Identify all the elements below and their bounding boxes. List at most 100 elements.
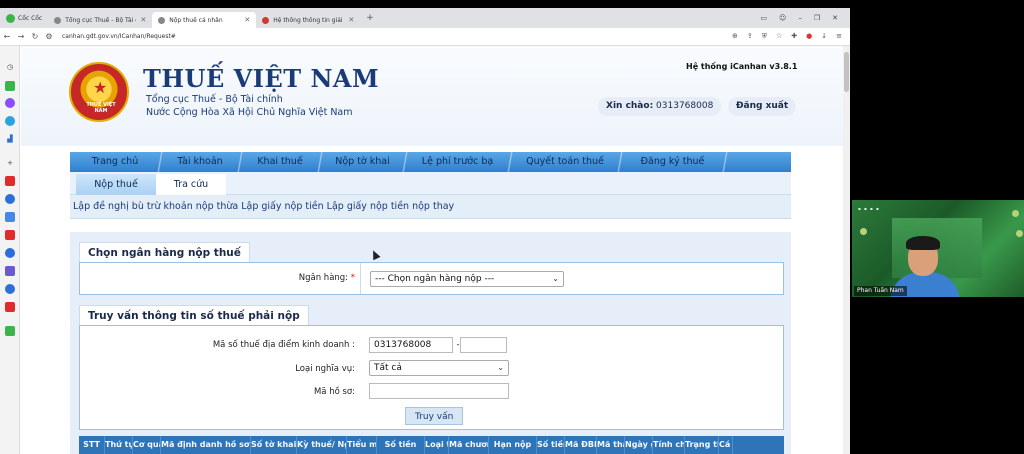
facebook-icon[interactable] [5, 248, 15, 258]
close-icon[interactable]: ✕ [244, 16, 250, 24]
sub-nav: Nộp thuế Tra cứu [70, 172, 791, 195]
close-window-icon[interactable]: ✕ [832, 14, 838, 22]
share-icon[interactable]: ⇪ [747, 32, 753, 41]
translate-icon[interactable] [5, 212, 15, 222]
youtube-icon[interactable] [5, 230, 15, 240]
tab-nop-thue-ca-nhan[interactable]: Nộp thuế cá nhân ✕ [152, 12, 257, 28]
obligation-select-value: Tất cả [374, 363, 402, 373]
table-header-cell: Tính chất [653, 436, 685, 454]
table-header-cell: Ngày gia [625, 436, 653, 454]
site-header: ★ THUẾ VIỆT NAM THUẾ VIỆT NAM Tổng cục T… [21, 46, 843, 146]
tab-search-icon[interactable]: ▭ [760, 14, 767, 22]
adblock-icon[interactable]: ● [806, 32, 812, 41]
profile-code-label: Mã hồ sơ: [313, 387, 355, 397]
bank-select-value: --- Chọn ngân hàng nộp --- [375, 274, 495, 284]
background-dot [860, 228, 867, 235]
tab-tra-cuu[interactable]: Tra cứu [156, 174, 226, 195]
bank-select[interactable]: --- Chọn ngân hàng nộp --- ⌄ [370, 271, 564, 287]
coccoc-logo-icon [6, 13, 15, 23]
coccoc-app-icon[interactable] [5, 326, 15, 336]
star-icon: ★ [93, 78, 108, 97]
history-icon[interactable]: ◷ [5, 62, 15, 72]
background-dot [1012, 210, 1019, 217]
bank-label-text: Ngân hàng: [298, 273, 349, 283]
telegram-icon[interactable] [5, 116, 15, 126]
tab-he-thong-thong-tin[interactable]: Hệ thống thông tin giải quyết thủ ✕ [256, 12, 360, 28]
tab-nop-thue[interactable]: Nộp thuế [76, 174, 156, 195]
table-header-cell: Loại tiền [425, 436, 449, 454]
browser-sidebar: ◷ ▟ + [0, 46, 20, 454]
action-links[interactable]: Lập đề nghị bù trừ khoản nộp thừa Lập gi… [70, 195, 791, 219]
stats-icon[interactable]: ▟ [5, 134, 15, 144]
facebook-icon[interactable] [5, 194, 15, 204]
nav-khai-thue[interactable]: Khai thuế [240, 152, 324, 172]
emblem-text: THUẾ VIỆT NAM [86, 102, 116, 114]
shield-icon[interactable]: ⛨ [762, 32, 767, 41]
facebook-icon[interactable] [5, 284, 15, 294]
tax-emblem-logo[interactable]: ★ THUẾ VIỆT NAM [69, 62, 129, 122]
table-header-cell: Số tiền [377, 436, 425, 454]
reload-icon[interactable]: ↻ [28, 32, 42, 41]
table-header-cell: Cơ quan [133, 436, 161, 454]
table-header-cell: Mã tham [597, 436, 625, 454]
tax-code-suffix-input[interactable] [460, 337, 507, 353]
site-icon [262, 16, 270, 24]
back-icon[interactable]: ← [0, 32, 14, 41]
table-header-cell: Số tờ khai/Số [251, 436, 297, 454]
person-hair [906, 236, 940, 250]
nav-tai-khoan[interactable]: Tài khoản [160, 152, 244, 172]
youtube-icon[interactable] [5, 176, 15, 186]
table-header-cell: Cá kh [719, 436, 733, 454]
required-mark: * [350, 273, 355, 283]
tab-tong-cuc-thue[interactable]: Tổng cục Thuế - Bộ Tài chính ✕ [48, 12, 152, 28]
close-icon[interactable]: ✕ [348, 16, 354, 24]
bank-section-title: Chọn ngân hàng nộp thuế [79, 242, 250, 262]
divider [360, 263, 361, 294]
logout-button[interactable]: Đăng xuất [728, 97, 797, 116]
tax-code-input[interactable]: 0313768008 [369, 337, 453, 353]
nav-quyet-toan-thue[interactable]: Quyết toán thuế [510, 152, 624, 172]
query-button[interactable]: Truy vấn [405, 407, 464, 425]
tax-code-label: Mã số thuế địa điểm kinh doanh : [212, 340, 355, 350]
close-icon[interactable]: ✕ [140, 16, 146, 24]
profile-code-input[interactable] [369, 383, 509, 399]
forward-icon[interactable]: → [14, 32, 28, 41]
youtube-icon[interactable] [5, 302, 15, 312]
background-dot [1016, 230, 1023, 237]
globe-icon [158, 16, 166, 24]
zoom-icon[interactable]: ⊕ [732, 32, 738, 41]
nav-trang-chu[interactable]: Trang chủ [70, 152, 164, 172]
tab-title: Tổng cục Thuế - Bộ Tài chính [65, 16, 136, 24]
menu-icon[interactable]: ≡ [836, 32, 842, 41]
tab-title: Nộp thuế cá nhân [169, 16, 223, 24]
restore-icon[interactable]: ❐ [814, 14, 820, 22]
tab-title: Hệ thống thông tin giải quyết thủ [273, 16, 344, 24]
scrollbar-thumb[interactable] [844, 52, 849, 92]
globe-icon [54, 16, 62, 24]
nav-le-phi-truoc-ba[interactable]: Lệ phí trước bạ [405, 152, 514, 172]
extensions-icon[interactable]: ✚ [791, 32, 797, 41]
download-icon[interactable]: ↓ [821, 32, 827, 41]
greeting-user: 0313768008 [656, 101, 714, 111]
new-tab-icon[interactable]: + [360, 13, 380, 23]
table-header-cell: Mã chương [449, 436, 489, 454]
nav-dang-ky-thue[interactable]: Đăng ký thuế [620, 152, 729, 172]
profile-icon[interactable]: ☺ [779, 14, 786, 22]
url-text[interactable]: canhan.gdt.gov.vn/ICanhan/Request# [62, 33, 176, 40]
chat-icon[interactable] [5, 81, 15, 91]
bank-section-box: Ngân hàng: * --- Chọn ngân hàng nộp --- … [79, 262, 784, 295]
browser-brand[interactable]: Cốc Cốc [0, 8, 48, 28]
site-info-icon[interactable]: ⚙ [42, 32, 56, 41]
app-icon[interactable] [5, 266, 15, 276]
obligation-select[interactable]: Tất cả ⌄ [369, 360, 509, 376]
minimize-icon[interactable]: – [798, 14, 802, 22]
tab-bar: Cốc Cốc Tổng cục Thuế - Bộ Tài chính ✕ N… [0, 8, 850, 28]
nav-nop-to-khai[interactable]: Nộp tờ khai [320, 152, 409, 172]
bookmark-icon[interactable]: ☆ [776, 32, 782, 41]
messenger-icon[interactable] [5, 98, 15, 108]
browser-brand-label: Cốc Cốc [18, 14, 43, 22]
page-scrollbar[interactable] [843, 46, 850, 454]
add-icon[interactable]: + [5, 158, 15, 168]
webcam-tile: ▪ ▪ ▪ ▪ Phan Tuấn Nam [852, 200, 1024, 297]
chevron-down-icon: ⌄ [552, 274, 559, 283]
